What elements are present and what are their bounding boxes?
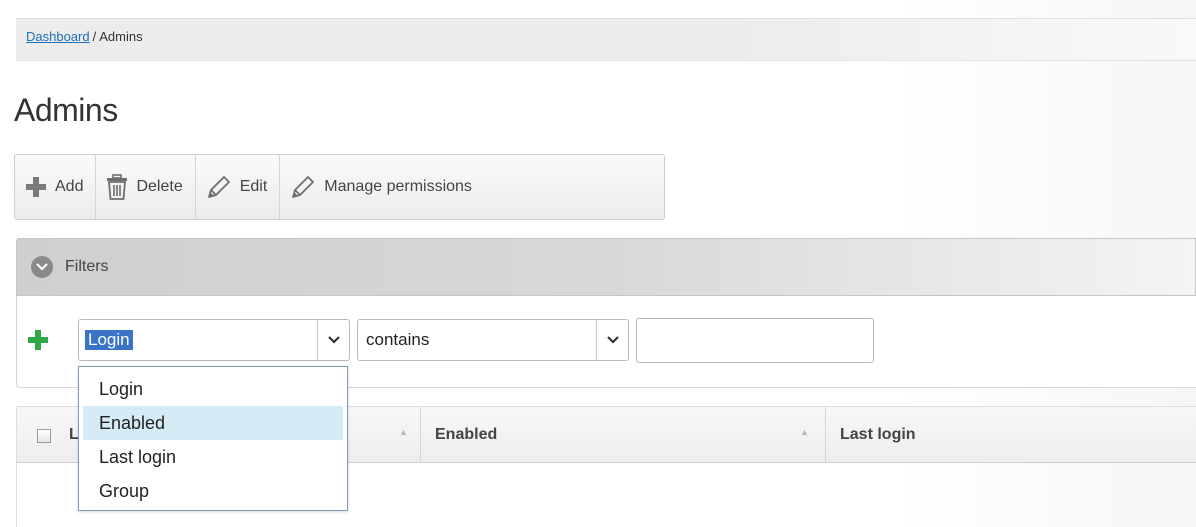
filter-field-select[interactable]: Login: [78, 319, 350, 361]
column-divider: [420, 407, 421, 462]
toolbar: Add Delete Edit Manage permissions: [14, 154, 665, 220]
sort-asc-icon[interactable]: ▲: [399, 427, 408, 437]
breadcrumb: Dashboard / Admins: [16, 18, 1196, 61]
filter-value-input[interactable]: [636, 318, 874, 363]
filter-field-dropdown-list: Login Enabled Last login Group: [78, 366, 348, 511]
breadcrumb-separator: /: [92, 29, 97, 44]
edit-button[interactable]: Edit: [196, 155, 281, 219]
edit-button-label: Edit: [239, 178, 268, 195]
plus-icon: [26, 177, 46, 197]
manage-permissions-label: Manage permissions: [324, 178, 472, 195]
filters-title: Filters: [65, 258, 109, 275]
pencil-icon: [207, 176, 230, 198]
dropdown-option-enabled[interactable]: Enabled: [83, 406, 343, 440]
dropdown-option-last-login[interactable]: Last login: [83, 440, 343, 474]
page-content: Dashboard / Admins Admins Add Delete Edi…: [0, 0, 1196, 527]
page-title: Admins: [14, 92, 118, 128]
add-button-label: Add: [55, 178, 84, 195]
add-button[interactable]: Add: [15, 155, 97, 219]
sort-asc-icon[interactable]: ▲: [800, 427, 809, 437]
select-all-checkbox[interactable]: [37, 429, 51, 443]
pencil-icon: [292, 176, 315, 198]
filter-field-value: Login: [85, 330, 133, 350]
filters-toggle[interactable]: Filters: [16, 238, 1196, 296]
trash-icon: [107, 174, 128, 200]
dropdown-option-group[interactable]: Group: [83, 474, 343, 508]
column-header-enabled[interactable]: Enabled: [435, 407, 497, 462]
delete-button-label: Delete: [136, 178, 183, 195]
filter-operator-value: contains: [366, 330, 430, 349]
column-divider: [825, 407, 826, 462]
breadcrumb-current: Admins: [99, 29, 143, 44]
manage-permissions-button[interactable]: Manage permissions: [280, 155, 484, 219]
filter-operator-select[interactable]: contains: [357, 319, 629, 361]
chevron-down-icon[interactable]: [317, 320, 349, 360]
column-header-last-login[interactable]: Last login: [840, 407, 916, 462]
table-left-border: [16, 463, 17, 527]
delete-button[interactable]: Delete: [96, 155, 196, 219]
chevron-down-icon: [31, 256, 53, 278]
green-plus-icon[interactable]: [27, 329, 49, 351]
breadcrumb-dashboard-link[interactable]: Dashboard: [26, 29, 90, 44]
chevron-down-icon[interactable]: [596, 320, 628, 360]
dropdown-option-login[interactable]: Login: [83, 372, 343, 406]
